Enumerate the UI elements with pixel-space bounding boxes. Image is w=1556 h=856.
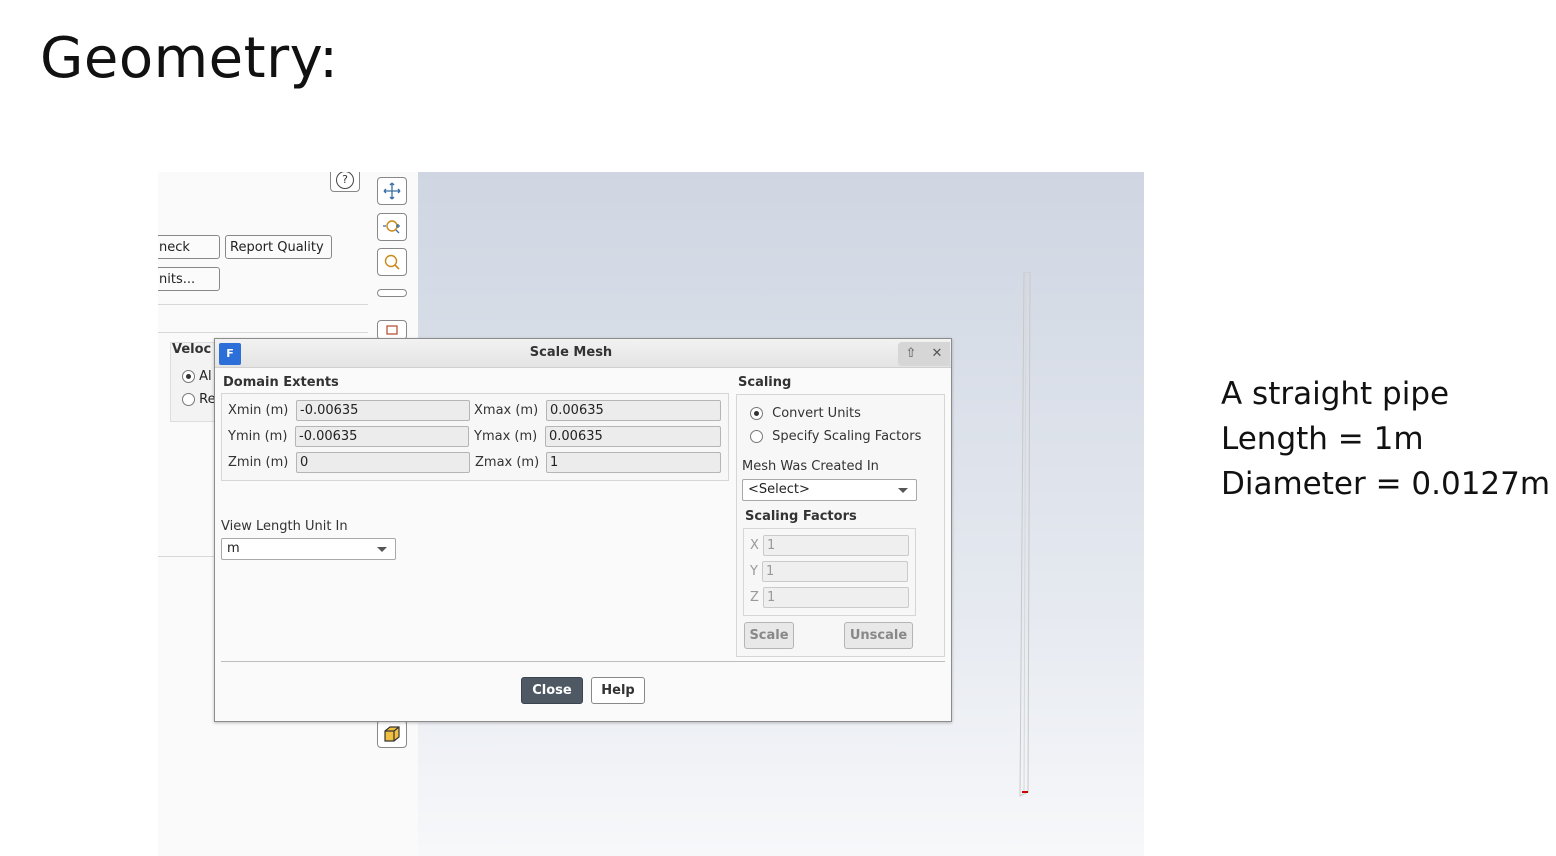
zmax-label: Zmax (m)	[475, 455, 540, 470]
panel-divider	[158, 332, 368, 333]
mesh-created-select[interactable]: <Select>	[742, 479, 917, 501]
zoom-fit-icon[interactable]	[377, 248, 407, 276]
xmin-field: -0.00635	[296, 400, 470, 421]
caption-line: Diameter = 0.0127m	[1221, 466, 1551, 502]
caption-line: A straight pipe	[1221, 376, 1450, 412]
velocity-radio-absolute[interactable]: Al	[182, 369, 212, 384]
scaling-label: Scaling	[738, 375, 792, 390]
scale-x-label: X	[750, 538, 759, 553]
specify-scaling-factors-radio[interactable]: Specify Scaling Factors	[750, 429, 921, 444]
view-length-label: View Length Unit In	[221, 519, 348, 534]
ymin-label: Ymin (m)	[228, 429, 288, 444]
velocity-radio-relative[interactable]: Re	[182, 392, 216, 407]
ymin-field: -0.00635	[295, 426, 469, 447]
radio-unselected-icon	[750, 430, 763, 443]
slide-caption: A straight pipe Length = 1m Diameter = 0…	[1221, 372, 1550, 507]
mesh-created-value: <Select>	[748, 482, 810, 497]
close-button[interactable]: Close	[521, 677, 583, 704]
ymax-field: 0.00635	[545, 426, 721, 447]
convert-units-radio[interactable]: Convert Units	[750, 406, 861, 421]
chevron-down-icon	[898, 488, 908, 493]
view-icon[interactable]	[377, 320, 407, 340]
unscale-button[interactable]: Unscale	[844, 622, 913, 649]
window-controls: ⇧ ✕	[898, 342, 950, 366]
mesh-created-label: Mesh Was Created In	[742, 459, 879, 474]
scale-x-field[interactable]: 1	[763, 535, 909, 556]
panel-divider	[158, 304, 368, 305]
radio-selected-icon	[750, 407, 763, 420]
scroll-icon[interactable]	[377, 289, 407, 297]
zoom-out-icon[interactable]	[377, 213, 407, 241]
pan-icon[interactable]	[377, 177, 407, 205]
view-length-value: m	[227, 541, 240, 556]
box-icon[interactable]	[377, 720, 407, 748]
scale-z-label: Z	[750, 590, 759, 605]
zmin-field: 0	[296, 452, 470, 473]
radio-selected-icon	[182, 370, 195, 383]
pipe-geometry	[1019, 272, 1031, 797]
help-icon[interactable]: ?	[330, 172, 360, 192]
dialog-title: Scale Mesh	[529, 345, 613, 360]
check-button[interactable]: neck	[158, 235, 220, 259]
domain-extents-label: Domain Extents	[223, 375, 339, 390]
scale-y-field[interactable]: 1	[762, 561, 908, 582]
zmin-label: Zmin (m)	[228, 455, 289, 470]
caption-line: Length = 1m	[1221, 421, 1424, 457]
scaling-factors-label: Scaling Factors	[745, 509, 857, 524]
zmax-field: 1	[546, 452, 721, 473]
units-button[interactable]: nits...	[158, 267, 220, 291]
dialog-divider	[221, 661, 945, 662]
report-quality-button[interactable]: Report Quality	[225, 235, 332, 259]
scale-button[interactable]: Scale	[744, 622, 794, 649]
ymax-label: Ymax (m)	[474, 429, 538, 444]
view-length-select[interactable]: m	[221, 538, 396, 560]
slide-title: Geometry:	[40, 26, 339, 91]
xmin-label: Xmin (m)	[228, 403, 289, 418]
xmax-label: Xmax (m)	[474, 403, 539, 418]
help-button[interactable]: Help	[591, 677, 645, 704]
dialog-titlebar[interactable]: F Scale Mesh ⇧ ✕	[215, 339, 951, 368]
xmax-field: 0.00635	[546, 400, 721, 421]
scale-y-label: Y	[750, 564, 758, 579]
pin-icon[interactable]: ⇧	[906, 342, 917, 366]
close-icon[interactable]: ✕	[932, 342, 943, 366]
radio-unselected-icon	[182, 393, 195, 406]
chevron-down-icon	[377, 547, 387, 552]
scale-z-field[interactable]: 1	[763, 587, 909, 608]
velocity-label: Veloc	[172, 342, 212, 357]
scale-mesh-dialog: F Scale Mesh ⇧ ✕ Domain Extents Xmin (m)…	[214, 338, 952, 722]
